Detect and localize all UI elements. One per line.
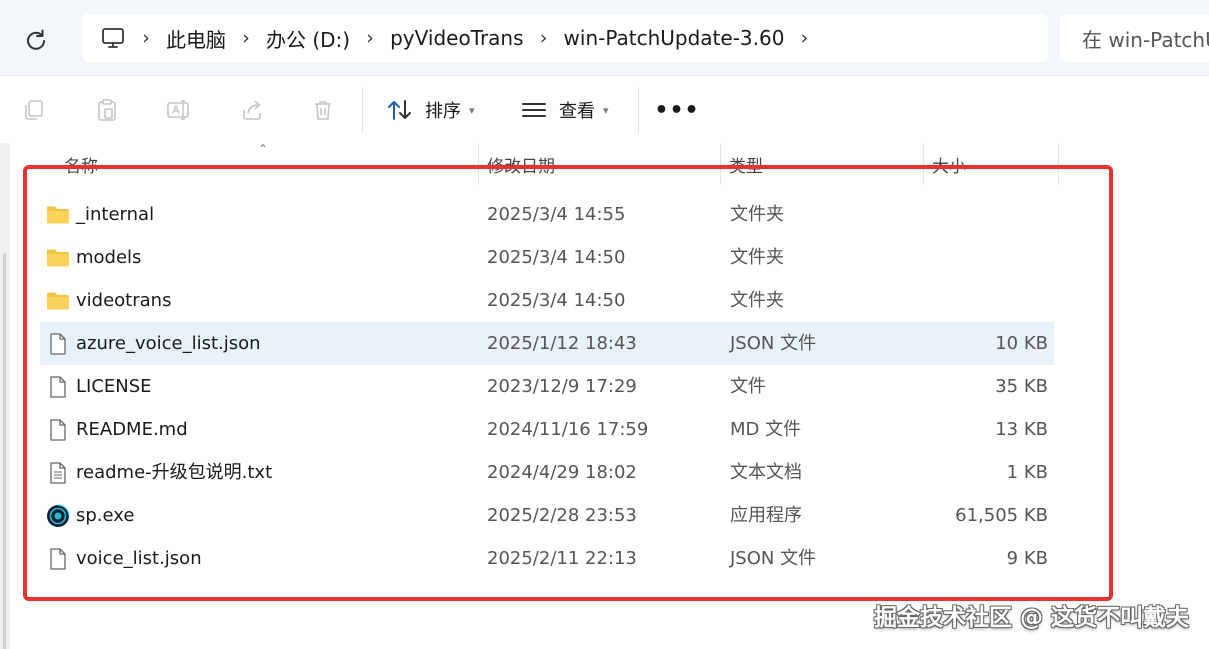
chevron-right-icon[interactable]: › bbox=[784, 27, 824, 49]
file-modified: 2025/1/12 18:43 bbox=[487, 333, 637, 354]
file-modified: 2023/12/9 17:29 bbox=[487, 376, 637, 397]
file-modified: 2025/3/4 14:50 bbox=[487, 290, 626, 311]
chevron-right-icon[interactable]: › bbox=[226, 27, 266, 49]
folder-icon bbox=[46, 289, 70, 313]
watermark: 掘金技术社区 @ 这货不叫戴夫 bbox=[873, 605, 1189, 631]
file-row[interactable]: voice_list.json 2025/2/11 22:13 JSON 文件 … bbox=[40, 537, 1054, 580]
view-button[interactable]: 查看 ▾ bbox=[521, 93, 609, 127]
paste-icon[interactable] bbox=[93, 96, 121, 124]
address-bar[interactable]: › 此电脑 › 办公 (D:) › pyVideoTrans › win-Pat… bbox=[82, 14, 1048, 62]
file-name: azure_voice_list.json bbox=[76, 333, 261, 354]
file-name: LICENSE bbox=[76, 376, 152, 397]
text-file-icon bbox=[46, 461, 70, 485]
toolbar-divider bbox=[638, 87, 639, 133]
file-type: JSON 文件 bbox=[730, 548, 817, 569]
chevron-right-icon[interactable]: › bbox=[126, 27, 166, 49]
chevron-right-icon[interactable]: › bbox=[524, 27, 564, 49]
file-icon bbox=[46, 375, 70, 399]
file-row[interactable]: videotrans 2025/3/4 14:50 文件夹 bbox=[40, 279, 1054, 322]
rename-icon[interactable] bbox=[165, 96, 193, 124]
file-type: JSON 文件 bbox=[730, 333, 817, 354]
file-type: 文件夹 bbox=[730, 290, 784, 311]
file-name: readme-升级包说明.txt bbox=[76, 462, 273, 483]
view-label: 查看 bbox=[559, 101, 595, 122]
sort-label: 排序 bbox=[425, 101, 461, 122]
file-size: 9 KB bbox=[1006, 548, 1048, 569]
file-type: 应用程序 bbox=[730, 505, 802, 526]
file-row[interactable]: sp.exe 2025/2/28 23:53 应用程序 61,505 KB bbox=[40, 494, 1054, 537]
delete-icon[interactable] bbox=[309, 96, 337, 124]
file-list: _internal 2025/3/4 14:55 文件夹 models 2025… bbox=[40, 193, 1054, 580]
file-name: _internal bbox=[76, 204, 155, 225]
file-type: 文件夹 bbox=[730, 204, 784, 225]
column-header-modified[interactable]: 修改日期 bbox=[479, 143, 721, 185]
more-options-icon[interactable]: ••• bbox=[654, 96, 698, 124]
breadcrumb-pyvideotrans[interactable]: pyVideoTrans bbox=[390, 26, 523, 50]
chevron-down-icon: ▾ bbox=[469, 103, 475, 117]
exe-app-icon bbox=[46, 504, 70, 528]
file-name: videotrans bbox=[76, 290, 172, 311]
file-name: README.md bbox=[76, 419, 188, 440]
file-name: models bbox=[76, 247, 142, 268]
toolbar-divider bbox=[362, 87, 363, 133]
search-input[interactable]: 在 win-PatchU bbox=[1060, 14, 1209, 62]
file-icon bbox=[46, 547, 70, 571]
file-modified: 2024/11/16 17:59 bbox=[487, 419, 649, 440]
file-type: 文件夹 bbox=[730, 247, 784, 268]
file-row[interactable]: models 2025/3/4 14:50 文件夹 bbox=[40, 236, 1054, 279]
breadcrumb-current-folder[interactable]: win-PatchUpdate-3.60 bbox=[564, 26, 785, 50]
file-row[interactable]: README.md 2024/11/16 17:59 MD 文件 13 KB bbox=[40, 408, 1054, 451]
file-type: 文本文档 bbox=[730, 462, 802, 483]
column-header-size[interactable]: 大小 bbox=[924, 143, 1058, 185]
file-row[interactable]: LICENSE 2023/12/9 17:29 文件 35 KB bbox=[40, 365, 1054, 408]
view-icon bbox=[522, 103, 546, 117]
file-row[interactable]: _internal 2025/3/4 14:55 文件夹 bbox=[40, 193, 1054, 236]
file-type: MD 文件 bbox=[730, 419, 802, 440]
breadcrumb-this-pc[interactable]: 此电脑 bbox=[166, 24, 226, 53]
file-modified: 2025/2/28 23:53 bbox=[487, 505, 637, 526]
sort-icon bbox=[388, 100, 411, 120]
chevron-down-icon: ▾ bbox=[603, 103, 609, 117]
file-size: 61,505 KB bbox=[955, 505, 1048, 526]
navigation-pane-edge bbox=[0, 143, 10, 649]
file-row-selected[interactable]: azure_voice_list.json 2025/1/12 18:43 JS… bbox=[40, 322, 1054, 365]
breadcrumb-drive-d[interactable]: 办公 (D:) bbox=[266, 24, 350, 53]
copy-icon[interactable] bbox=[20, 96, 48, 124]
folder-icon bbox=[46, 203, 70, 227]
file-size: 1 KB bbox=[1006, 462, 1048, 483]
file-modified: 2025/3/4 14:55 bbox=[487, 204, 626, 225]
file-icon bbox=[46, 332, 70, 356]
file-size: 13 KB bbox=[995, 419, 1048, 440]
refresh-icon[interactable] bbox=[20, 24, 52, 56]
file-modified: 2025/2/11 22:13 bbox=[487, 548, 637, 569]
file-icon bbox=[46, 418, 70, 442]
column-header-type[interactable]: 类型 bbox=[721, 143, 923, 185]
file-size: 35 KB bbox=[995, 376, 1048, 397]
file-modified: 2025/3/4 14:50 bbox=[487, 247, 626, 268]
sort-ascending-icon: ⌃ bbox=[258, 142, 269, 156]
sort-button[interactable]: 排序 ▾ bbox=[387, 93, 475, 127]
this-pc-icon[interactable] bbox=[100, 25, 126, 51]
file-row[interactable]: readme-升级包说明.txt 2024/4/29 18:02 文本文档 1 … bbox=[40, 451, 1054, 494]
column-divider[interactable] bbox=[1058, 143, 1059, 185]
file-modified: 2024/4/29 18:02 bbox=[487, 462, 637, 483]
file-name: sp.exe bbox=[76, 505, 135, 526]
file-name: voice_list.json bbox=[76, 548, 202, 569]
file-size: 10 KB bbox=[995, 333, 1048, 354]
share-icon[interactable] bbox=[238, 96, 266, 124]
folder-icon bbox=[46, 246, 70, 270]
file-type: 文件 bbox=[730, 376, 766, 397]
chevron-right-icon[interactable]: › bbox=[350, 27, 390, 49]
